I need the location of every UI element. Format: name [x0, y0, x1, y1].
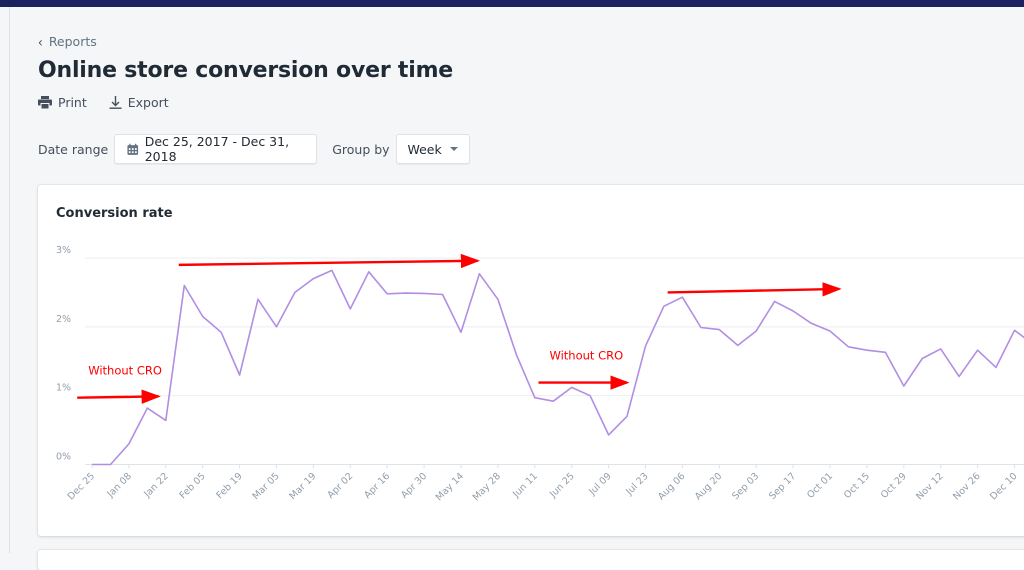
x-tick-label: Jan 22 [141, 471, 171, 501]
annotation-arrow [667, 282, 842, 297]
x-tick-label: Aug 20 [693, 471, 725, 503]
x-tick-label: Dec 10 [988, 471, 1019, 502]
x-tick-label: Mar 19 [287, 471, 318, 502]
x-tick-label: Mar 05 [250, 471, 281, 502]
x-tick-label: Dec 25 [66, 471, 97, 502]
x-tick-label: Apr 02 [325, 471, 355, 501]
x-tick-label: Apr 30 [399, 471, 429, 501]
conversion-rate-chart: 0%1%2%3% Dec 25 Jan 08 Jan 22 Feb 05 Feb 19 M… [56, 245, 1024, 503]
x-tick-label: Oct 15 [842, 471, 872, 501]
y-tick-label: 0% [56, 452, 71, 463]
x-tick-label: Apr 16 [362, 471, 392, 501]
annotation-label: Without CRO [549, 349, 623, 363]
x-tick-label: Aug 06 [656, 471, 688, 503]
y-tick-label: 2% [56, 314, 71, 325]
x-tick-label: Feb 05 [177, 471, 207, 501]
annotation-label: Without CRO [88, 364, 162, 378]
x-tick-label: Oct 01 [805, 471, 835, 501]
conversion-rate-line [92, 269, 1024, 466]
x-tick-label: Jul 23 [623, 471, 650, 498]
y-tick-label: 3% [56, 245, 71, 256]
annotation-arrow [178, 253, 481, 269]
x-tick-label: Sep 17 [767, 471, 798, 502]
x-tick-label: Jan 08 [104, 471, 134, 501]
y-tick-label: 1% [56, 383, 71, 394]
x-tick-label: May 14 [434, 471, 466, 503]
x-tick-label: Oct 29 [879, 471, 909, 501]
annotation-arrow [77, 389, 161, 404]
x-tick-label: Jun 11 [510, 471, 540, 501]
x-tick-label: Feb 19 [214, 471, 244, 501]
x-tick-label: Nov 26 [951, 471, 983, 503]
x-tick-label: Nov 12 [914, 471, 946, 503]
x-tick-label: Jul 09 [586, 471, 613, 498]
secondary-card [38, 550, 1024, 570]
x-tick-label: Jun 25 [547, 471, 577, 501]
x-tick-label: May 28 [471, 471, 503, 503]
x-tick-label: Sep 03 [730, 471, 761, 502]
